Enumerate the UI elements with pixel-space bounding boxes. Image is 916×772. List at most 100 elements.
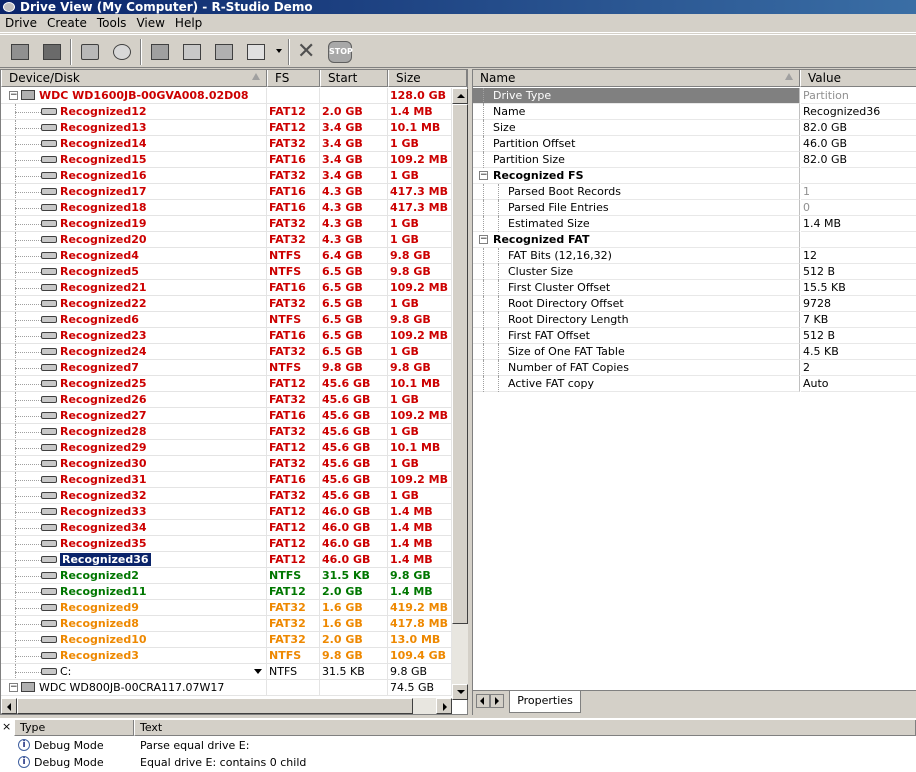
tree-row-partition[interactable]: Recognized35 FAT12 46.0 GB 1.4 MB bbox=[1, 536, 452, 552]
scroll-thumb[interactable] bbox=[17, 698, 413, 714]
tree-row-partition[interactable]: Recognized31 FAT16 45.6 GB 109.2 MB bbox=[1, 472, 452, 488]
tree-row-partition[interactable]: Recognized29 FAT12 45.6 GB 10.1 MB bbox=[1, 440, 452, 456]
menu-help[interactable]: Help bbox=[170, 14, 207, 33]
scroll-left-button[interactable] bbox=[1, 698, 17, 714]
property-row[interactable]: Size of One FAT Table 4.5 KB bbox=[473, 344, 916, 360]
remove-button[interactable]: ✕ bbox=[294, 39, 322, 65]
tree-row-partition[interactable]: Recognized30 FAT32 45.6 GB 1 GB bbox=[1, 456, 452, 472]
column-header-prop-value[interactable]: Value bbox=[800, 70, 916, 87]
tree-vertical-scrollbar[interactable] bbox=[452, 88, 468, 700]
column-header-type[interactable]: Type bbox=[14, 720, 134, 736]
recover-button[interactable] bbox=[178, 39, 206, 65]
property-row[interactable]: Partition Size 82.0 GB bbox=[473, 152, 916, 168]
tree-row-partition[interactable]: Recognized33 FAT12 46.0 GB 1.4 MB bbox=[1, 504, 452, 520]
property-group[interactable]: − Recognized FS bbox=[473, 168, 916, 184]
create-image-button[interactable] bbox=[210, 39, 238, 65]
menu-view[interactable]: View bbox=[131, 14, 169, 33]
property-row[interactable]: Active FAT copy Auto bbox=[473, 376, 916, 392]
property-row[interactable]: Partition Offset 46.0 GB bbox=[473, 136, 916, 152]
tree-row-partition[interactable]: Recognized19 FAT32 4.3 GB 1 GB bbox=[1, 216, 452, 232]
tree-row-partition[interactable]: Recognized20 FAT32 4.3 GB 1 GB bbox=[1, 232, 452, 248]
column-header-text[interactable]: Text bbox=[134, 720, 916, 736]
column-header-size[interactable]: Size bbox=[388, 70, 467, 87]
menu-create[interactable]: Create bbox=[42, 14, 92, 33]
tree-row-partition[interactable]: Recognized17 FAT16 4.3 GB 417.3 MB bbox=[1, 184, 452, 200]
close-icon[interactable]: × bbox=[2, 721, 11, 732]
tree-row-partition[interactable]: Recognized11 FAT12 2.0 GB 1.4 MB bbox=[1, 584, 452, 600]
menu-tools[interactable]: Tools bbox=[92, 14, 132, 33]
tree-row-partition[interactable]: Recognized15 FAT16 3.4 GB 109.2 MB bbox=[1, 152, 452, 168]
tree-row-partition[interactable]: Recognized27 FAT16 45.6 GB 109.2 MB bbox=[1, 408, 452, 424]
property-row[interactable]: Root Directory Length 7 KB bbox=[473, 312, 916, 328]
tree-row-partition[interactable]: Recognized2 NTFS 31.5 KB 9.8 GB bbox=[1, 568, 452, 584]
computer-button[interactable] bbox=[6, 39, 34, 65]
tree-row-partition[interactable]: Recognized5 NTFS 6.5 GB 9.8 GB bbox=[1, 264, 452, 280]
menu-drive[interactable]: Drive bbox=[0, 14, 42, 33]
tree-row-partition[interactable]: Recognized14 FAT32 3.4 GB 1 GB bbox=[1, 136, 452, 152]
property-row[interactable]: Parsed File Entries 0 bbox=[473, 200, 916, 216]
column-header-device[interactable]: Device/Disk bbox=[1, 70, 267, 87]
region-dropdown-arrow[interactable] bbox=[276, 49, 282, 53]
tree-row-partition[interactable]: Recognized16 FAT32 3.4 GB 1 GB bbox=[1, 168, 452, 184]
tree-row-partition[interactable]: Recognized34 FAT12 46.0 GB 1.4 MB bbox=[1, 520, 452, 536]
property-row[interactable]: Size 82.0 GB bbox=[473, 120, 916, 136]
property-row[interactable]: First FAT Offset 512 B bbox=[473, 328, 916, 344]
property-row[interactable]: First Cluster Offset 15.5 KB bbox=[473, 280, 916, 296]
stop-button[interactable]: STOP bbox=[326, 39, 354, 65]
scroll-down-button[interactable] bbox=[452, 684, 468, 700]
dropdown-arrow-icon[interactable] bbox=[254, 669, 262, 674]
tree-row-partition[interactable]: Recognized8 FAT32 1.6 GB 417.8 MB bbox=[1, 616, 452, 632]
log-row[interactable]: i Debug Mode Parse equal drive E: bbox=[14, 738, 916, 754]
tree-row-partition[interactable]: Recognized10 FAT32 2.0 GB 13.0 MB bbox=[1, 632, 452, 648]
tree-row-partition[interactable]: Recognized13 FAT12 3.4 GB 10.1 MB bbox=[1, 120, 452, 136]
tree-row-partition[interactable]: Recognized12 FAT12 2.0 GB 1.4 MB bbox=[1, 104, 452, 120]
tree-row-partition[interactable]: Recognized24 FAT32 6.5 GB 1 GB bbox=[1, 344, 452, 360]
tab-properties[interactable]: Properties bbox=[509, 691, 581, 713]
tree-row-partition[interactable]: Recognized36 FAT12 46.0 GB 1.4 MB bbox=[1, 552, 452, 568]
property-group[interactable]: − Recognized FAT bbox=[473, 232, 916, 248]
tree-row-partition[interactable]: Recognized3 NTFS 9.8 GB 109.4 GB bbox=[1, 648, 452, 664]
tree-row-partition[interactable]: Recognized22 FAT32 6.5 GB 1 GB bbox=[1, 296, 452, 312]
property-row[interactable]: FAT Bits (12,16,32) 12 bbox=[473, 248, 916, 264]
tab-scroll-left-button[interactable] bbox=[476, 694, 490, 708]
tree-row-partition[interactable]: Recognized23 FAT16 6.5 GB 109.2 MB bbox=[1, 328, 452, 344]
tab-scroll-right-button[interactable] bbox=[490, 694, 504, 708]
tree-row-partition[interactable]: Recognized7 NTFS 9.8 GB 9.8 GB bbox=[1, 360, 452, 376]
property-row[interactable]: Number of FAT Copies 2 bbox=[473, 360, 916, 376]
scroll-thumb[interactable] bbox=[452, 104, 468, 624]
tree-row-disk2[interactable]: − WDC WD800JB-00CRA117.07W17 74.5 GB bbox=[1, 680, 452, 696]
tree-row-partition[interactable]: Recognized4 NTFS 6.4 GB 9.8 GB bbox=[1, 248, 452, 264]
property-row[interactable]: Root Directory Offset 9728 bbox=[473, 296, 916, 312]
collapse-icon[interactable]: − bbox=[479, 235, 488, 244]
region-button[interactable] bbox=[242, 39, 270, 65]
scan-button[interactable] bbox=[108, 39, 136, 65]
open-drive-files-button[interactable] bbox=[146, 39, 174, 65]
property-row[interactable]: Name Recognized36 bbox=[473, 104, 916, 120]
tree-row-disk1[interactable]: − WDC WD1600JB-00GVA008.02D08 128.0 GB bbox=[1, 88, 452, 104]
column-header-fs[interactable]: FS bbox=[267, 70, 320, 87]
collapse-icon[interactable]: − bbox=[9, 682, 18, 692]
property-row[interactable]: Cluster Size 512 B bbox=[473, 264, 916, 280]
collapse-icon[interactable]: − bbox=[479, 171, 488, 180]
tree-row-partition[interactable]: Recognized21 FAT16 6.5 GB 109.2 MB bbox=[1, 280, 452, 296]
tree-row-partition[interactable]: Recognized32 FAT32 45.6 GB 1 GB bbox=[1, 488, 452, 504]
column-header-start[interactable]: Start bbox=[320, 70, 388, 87]
tree-row-partition[interactable]: Recognized28 FAT32 45.6 GB 1 GB bbox=[1, 424, 452, 440]
column-header-prop-name[interactable]: Name bbox=[473, 70, 800, 87]
network-computer-button[interactable] bbox=[38, 39, 66, 65]
tree-row-partition[interactable]: Recognized18 FAT16 4.3 GB 417.3 MB bbox=[1, 200, 452, 216]
scroll-up-button[interactable] bbox=[452, 88, 468, 104]
network-tree-button[interactable] bbox=[76, 39, 104, 65]
property-row[interactable]: Drive Type Partition bbox=[473, 88, 916, 104]
collapse-icon[interactable]: − bbox=[9, 90, 18, 100]
scroll-right-button[interactable] bbox=[436, 698, 452, 714]
property-row[interactable]: Parsed Boot Records 1 bbox=[473, 184, 916, 200]
tree-horizontal-scrollbar[interactable] bbox=[1, 698, 452, 714]
log-row[interactable]: i Debug Mode Equal drive E: contains 0 c… bbox=[14, 755, 916, 771]
tree-row-partition[interactable]: Recognized26 FAT32 45.6 GB 1 GB bbox=[1, 392, 452, 408]
tree-row-partition[interactable]: C: NTFS 31.5 KB 9.8 GB bbox=[1, 664, 452, 680]
tree-row-partition[interactable]: Recognized25 FAT12 45.6 GB 10.1 MB bbox=[1, 376, 452, 392]
tree-row-partition[interactable]: Recognized6 NTFS 6.5 GB 9.8 GB bbox=[1, 312, 452, 328]
property-row[interactable]: Estimated Size 1.4 MB bbox=[473, 216, 916, 232]
tree-row-partition[interactable]: Recognized9 FAT32 1.6 GB 419.2 MB bbox=[1, 600, 452, 616]
